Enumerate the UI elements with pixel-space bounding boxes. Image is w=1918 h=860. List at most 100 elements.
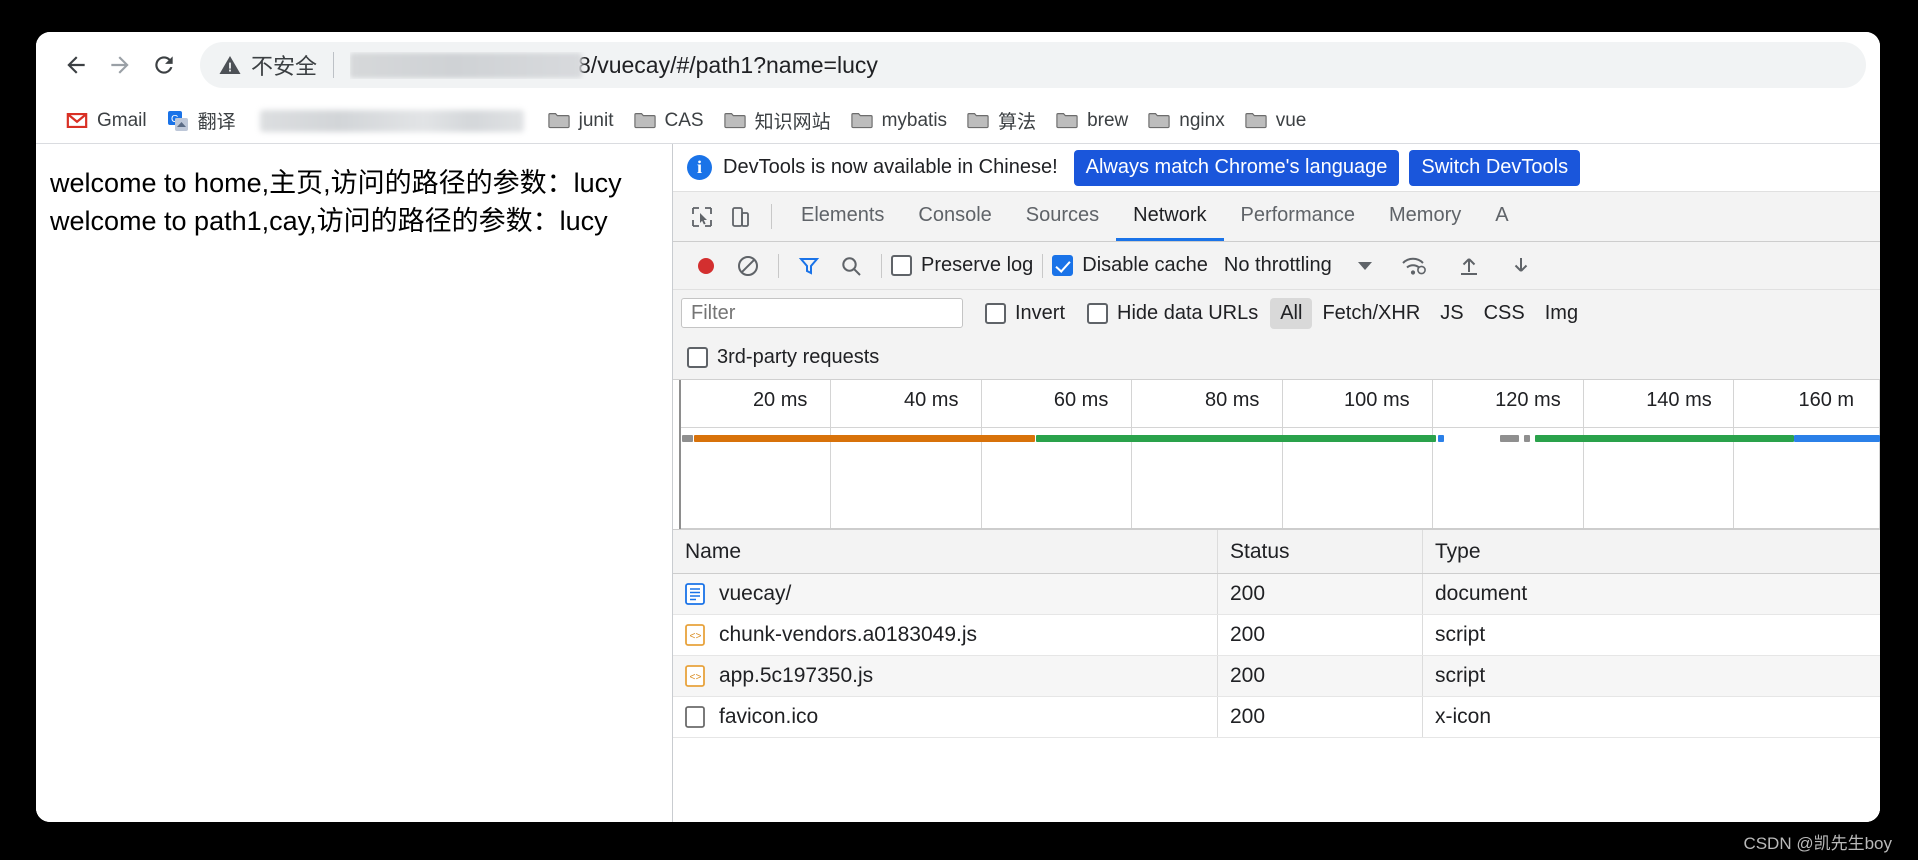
reload-icon	[155, 56, 173, 74]
bookmark-nginx[interactable]: nginx	[1138, 104, 1234, 138]
filter-chip-fetch-xhr[interactable]: Fetch/XHR	[1312, 298, 1430, 329]
switch-devtools-button[interactable]: Switch DevTools	[1409, 149, 1581, 186]
filter-input[interactable]	[681, 298, 963, 328]
filter-chip-js[interactable]: JS	[1430, 298, 1473, 329]
table-row[interactable]: <> app.5c197350.js 200 script	[673, 656, 1880, 697]
overview-divider	[681, 427, 1880, 428]
record-button-icon[interactable]	[685, 245, 727, 287]
bookmark-label: nginx	[1179, 109, 1225, 131]
column-header-name[interactable]: Name	[673, 530, 1218, 573]
bookmark-cas[interactable]: CAS	[624, 104, 714, 138]
overview-bar	[682, 435, 693, 442]
overview-bar	[694, 435, 1035, 442]
filter-chip-img[interactable]: Img	[1535, 298, 1588, 329]
cell-status: 200	[1218, 615, 1423, 655]
preserve-log-checkbox[interactable]: Preserve log	[891, 254, 1033, 277]
bookmark-gmail[interactable]: Gmail	[56, 104, 157, 138]
folder-icon	[723, 110, 746, 132]
tabbar-divider	[771, 204, 772, 229]
overview-bar	[1499, 435, 1520, 442]
omnibox-divider	[333, 52, 335, 78]
tab-memory[interactable]: Memory	[1372, 192, 1478, 241]
tab-console[interactable]: Console	[901, 192, 1008, 241]
column-header-status[interactable]: Status	[1218, 530, 1423, 573]
throttling-select[interactable]: No throttling	[1224, 254, 1332, 277]
filter-funnel-icon[interactable]	[788, 245, 830, 287]
table-row[interactable]: favicon.ico 200 x-icon	[673, 697, 1880, 738]
overview-gutter	[673, 380, 681, 529]
chevron-down-icon[interactable]	[1357, 261, 1372, 270]
forward-button[interactable]	[98, 43, 142, 87]
svg-text:<>: <>	[690, 673, 702, 684]
browser-toolbar: 不安全 8/vuecay/#/path1?name=lucy	[36, 32, 1880, 98]
tab-network[interactable]: Network	[1116, 192, 1224, 241]
tab-performance[interactable]: Performance	[1224, 192, 1373, 241]
request-name: favicon.ico	[719, 705, 819, 728]
tab-application[interactable]: A	[1478, 192, 1525, 241]
page-text-line-1: welcome to home,主页,访问的路径的参数：lucy	[50, 168, 622, 198]
bookmark-label: junit	[578, 109, 614, 131]
tab-elements[interactable]: Elements	[784, 192, 901, 241]
cell-status: 200	[1218, 697, 1423, 737]
cell-name: <> app.5c197350.js	[673, 656, 1218, 696]
table-row[interactable]: vuecay/ 200 document	[673, 574, 1880, 615]
inspect-element-icon[interactable]	[683, 192, 721, 241]
always-match-chrome-language-button[interactable]: Always match Chrome's language	[1073, 149, 1400, 186]
bookmark-translate[interactable]: G 翻译	[157, 104, 246, 138]
overview-tick-label: 40 ms	[904, 389, 959, 411]
reload-button[interactable]	[142, 43, 186, 87]
third-party-requests-label: 3rd-party requests	[717, 346, 880, 368]
clear-icon[interactable]	[727, 245, 769, 287]
bookmark-label: Gmail	[97, 109, 147, 131]
filter-chip-css[interactable]: CSS	[1474, 298, 1535, 329]
bookmark-vue[interactable]: vue	[1235, 104, 1317, 138]
svg-text:<>: <>	[690, 632, 702, 643]
bookmark-label: 翻译	[197, 112, 236, 133]
resource-type-filters: All Fetch/XHR JS CSS Img	[1270, 297, 1588, 329]
overview-tick-label: 100 ms	[1344, 389, 1410, 411]
info-icon: i	[687, 155, 712, 180]
request-name: vuecay/	[719, 582, 792, 605]
invert-label: Invert	[1015, 301, 1066, 324]
checkbox-box	[687, 347, 708, 368]
network-overview-timeline[interactable]: 20 ms 40 ms 60 ms 80 ms 100 ms 120 ms 14…	[673, 380, 1880, 530]
checkbox-box	[891, 255, 912, 276]
table-header-row: Name Status Type	[673, 530, 1880, 574]
disable-cache-checkbox[interactable]: Disable cache	[1052, 254, 1208, 277]
network-requests-table: Name Status Type vuecay/ 200 document <>…	[673, 530, 1880, 822]
address-bar[interactable]: 不安全 8/vuecay/#/path1?name=lucy	[200, 42, 1866, 88]
bookmark-redacted[interactable]	[259, 109, 524, 132]
invert-checkbox[interactable]: Invert	[985, 302, 1065, 325]
tab-sources[interactable]: Sources	[1009, 192, 1116, 241]
url-container: 8/vuecay/#/path1?name=lucy	[350, 52, 1848, 79]
table-row[interactable]: <> chunk-vendors.a0183049.js 200 script	[673, 615, 1880, 656]
network-filter-row: Invert Hide data URLs All Fetch/XHR JS C…	[673, 290, 1880, 336]
bookmark-brew[interactable]: brew	[1046, 104, 1138, 138]
overview-bar	[1793, 435, 1880, 442]
column-header-type[interactable]: Type	[1423, 530, 1880, 573]
network-conditions-icon[interactable]	[1392, 245, 1434, 287]
file-icon	[685, 706, 707, 728]
bookmark-junit[interactable]: junit	[538, 104, 624, 138]
cell-type: x-icon	[1435, 705, 1492, 728]
hide-data-urls-checkbox[interactable]: Hide data URLs	[1087, 302, 1258, 325]
overview-tick-label: 80 ms	[1204, 389, 1260, 411]
web-page-viewport: welcome to home,主页,访问的路径的参数：lucy welcome…	[36, 144, 673, 822]
back-button[interactable]	[54, 43, 98, 87]
search-icon[interactable]	[830, 245, 872, 287]
export-har-icon[interactable]	[1500, 245, 1542, 287]
filter-chip-all[interactable]: All	[1270, 297, 1313, 329]
third-party-requests-checkbox[interactable]: 3rd-party requests	[687, 346, 879, 369]
script-icon: <>	[685, 665, 707, 687]
device-toolbar-icon[interactable]	[721, 192, 759, 241]
script-icon: <>	[685, 624, 707, 646]
checkbox-box	[1052, 255, 1074, 276]
overview-bar	[1523, 435, 1530, 442]
overview-bar	[1534, 435, 1794, 442]
bookmark-algorithms[interactable]: 算法	[957, 104, 1046, 138]
bookmark-knowledge-sites[interactable]: 知识网站	[714, 104, 841, 138]
bookmark-mybatis[interactable]: mybatis	[841, 104, 957, 138]
import-har-icon[interactable]	[1448, 245, 1490, 287]
bookmark-label: 算法	[998, 112, 1037, 133]
cell-status: 200	[1218, 656, 1423, 696]
